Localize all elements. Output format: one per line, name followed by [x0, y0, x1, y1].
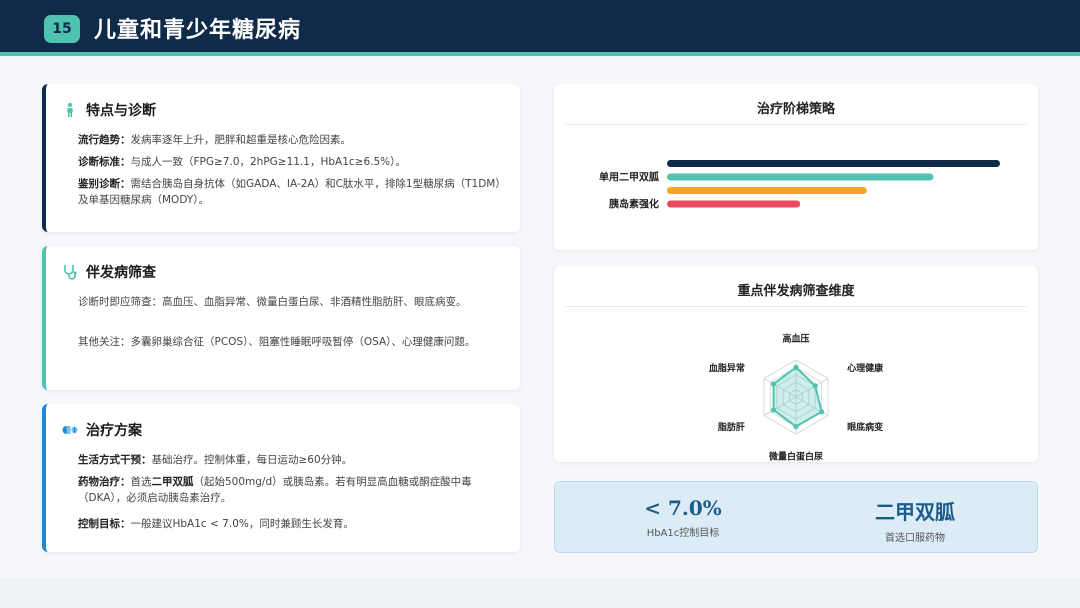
- radar-point: [770, 381, 777, 387]
- stat-first-line-drug: 二甲双胍 首选口服药物: [815, 496, 1015, 544]
- line-label: 药物治疗：: [78, 476, 131, 488]
- bar: [667, 160, 1000, 167]
- screening-line-other: 其他关注：多囊卵巢综合征（PCOS）、阻塞性睡眠呼吸暂停（OSA）、心理健康问题…: [78, 336, 476, 348]
- slide-number-badge: 15: [44, 15, 80, 43]
- treatment-line-drug: 药物治疗：首选二甲双胍（起始500mg/d）或胰岛素。若有明显高血糖或酮症酸中毒…: [78, 474, 510, 506]
- bar: [667, 187, 867, 194]
- stat-hba1c: < 7.0% HbA1c控制目标: [583, 496, 783, 539]
- radar-axis-label: 心理健康: [847, 362, 884, 374]
- features-line-criteria: 诊断标准：与成人一致（FPG≥7.0，2hPG≥11.1，HbA1c≥6.5%）…: [78, 154, 510, 170]
- footer-bar: [0, 578, 1080, 608]
- line-label: 流行趋势：: [78, 134, 131, 146]
- features-line-trend: 流行趋势：发病率逐年上升，肥胖和超重是核心危险因素。: [78, 132, 510, 148]
- treatment-ladder-chart-card: 治疗阶梯策略 单用二甲双胍 胰岛素强化: [554, 84, 1038, 250]
- stethoscope-icon: [62, 264, 78, 280]
- stat-label: HbA1c控制目标: [646, 528, 720, 539]
- features-line-differential: 鉴别诊断：需结合胰岛自身抗体（如GADA、IA-2A）和C肽水平，排除1型糖尿病…: [78, 176, 510, 208]
- features-card-header: 特点与诊断: [62, 100, 156, 120]
- line-text: 发病率逐年上升，肥胖和超重是核心危险因素。: [130, 134, 352, 146]
- bar-category-label: 胰岛素强化: [609, 198, 659, 211]
- line-label: 鉴别诊断：: [78, 178, 131, 190]
- slide-title: 儿童和青少年糖尿病: [94, 17, 302, 43]
- treatment-ladder-chart: 单用二甲双胍胰岛素强化: [599, 160, 1000, 211]
- pill-icon: [62, 422, 78, 438]
- screening-radar-chart-card: 重点伴发病筛查维度 高血压 心理健康 眼底病变 微量白蛋白尿 脂肪肝 血脂异常: [554, 266, 1038, 462]
- key-stats-card: < 7.0% HbA1c控制目标 二甲双胍 首选口服药物: [554, 481, 1038, 553]
- screening-card: 伴发病筛查 诊断时即应筛查：高血压、血脂异常、微量白蛋白尿、非酒精性脂肪肝、眼底…: [42, 246, 520, 390]
- treatment-card: 治疗方案 生活方式干预：基础治疗。控制体重，每日运动≥60分钟。 药物治疗：首选…: [42, 404, 520, 552]
- radar-axis-label: 眼底病变: [847, 421, 883, 433]
- line-text: 需结合胰岛自身抗体（如GADA、IA-2A）和C肽水平，排除1型糖尿病（T1DM…: [78, 178, 506, 206]
- radar-point: [793, 364, 799, 370]
- line-label: 诊断标准：: [78, 156, 131, 168]
- slide-header: 15 儿童和青少年糖尿病: [0, 0, 1080, 56]
- line-text: 一般建议HbA1c < 7.0%，同时兼顾生长发育。: [130, 518, 354, 530]
- stat-value: 二甲双胍: [875, 500, 955, 524]
- line-text: 首选: [130, 476, 152, 488]
- stat-value: < 7.0%: [644, 496, 722, 520]
- treatment-card-header: 治疗方案: [62, 420, 142, 440]
- line-label: 生活方式干预：: [78, 454, 152, 466]
- radar-axis-label: 血脂异常: [709, 362, 745, 374]
- radar-point: [812, 383, 818, 389]
- radar-axis-label: 高血压: [782, 333, 809, 345]
- radar-axis-label: 脂肪肝: [717, 421, 745, 433]
- treatment-line-target: 控制目标：一般建议HbA1c < 7.0%，同时兼顾生长发育。: [78, 516, 510, 532]
- line-label: 控制目标：: [78, 518, 131, 530]
- bar: [667, 173, 934, 181]
- screening-card-title: 伴发病筛查: [86, 265, 156, 281]
- features-card-title: 特点与诊断: [86, 103, 156, 119]
- bar: [667, 200, 801, 208]
- line-emphasis: 二甲双胍: [151, 476, 194, 488]
- features-card: 特点与诊断 流行趋势：发病率逐年上升，肥胖和超重是核心危险因素。 诊断标准：与成…: [42, 84, 520, 232]
- stat-label: 首选口服药物: [885, 533, 945, 544]
- person-icon: [62, 102, 78, 118]
- radar-point: [793, 424, 799, 430]
- screening-card-header: 伴发病筛查: [62, 262, 156, 282]
- radar-axis-label: 微量白蛋白尿: [768, 451, 823, 463]
- bar-category-label: 单用二甲双胍: [599, 171, 659, 184]
- line-text: 基础治疗。控制体重，每日运动≥60分钟。: [151, 454, 353, 466]
- screening-line-initial: 诊断时即应筛查：高血压、血脂异常、微量白蛋白尿、非酒精性脂肪肝、眼底病变。: [78, 296, 467, 308]
- line-text: 与成人一致（FPG≥7.0，2hPG≥11.1，HbA1c≥6.5%）。: [130, 156, 406, 168]
- treatment-card-title: 治疗方案: [86, 423, 142, 439]
- treatment-line-lifestyle: 生活方式干预：基础治疗。控制体重，每日运动≥60分钟。: [78, 452, 510, 468]
- radar-point: [770, 407, 777, 413]
- screening-radar-chart: 高血压心理健康眼底病变微量白蛋白尿 脂肪肝 血脂异常: [709, 333, 884, 463]
- radar-point: [819, 409, 825, 415]
